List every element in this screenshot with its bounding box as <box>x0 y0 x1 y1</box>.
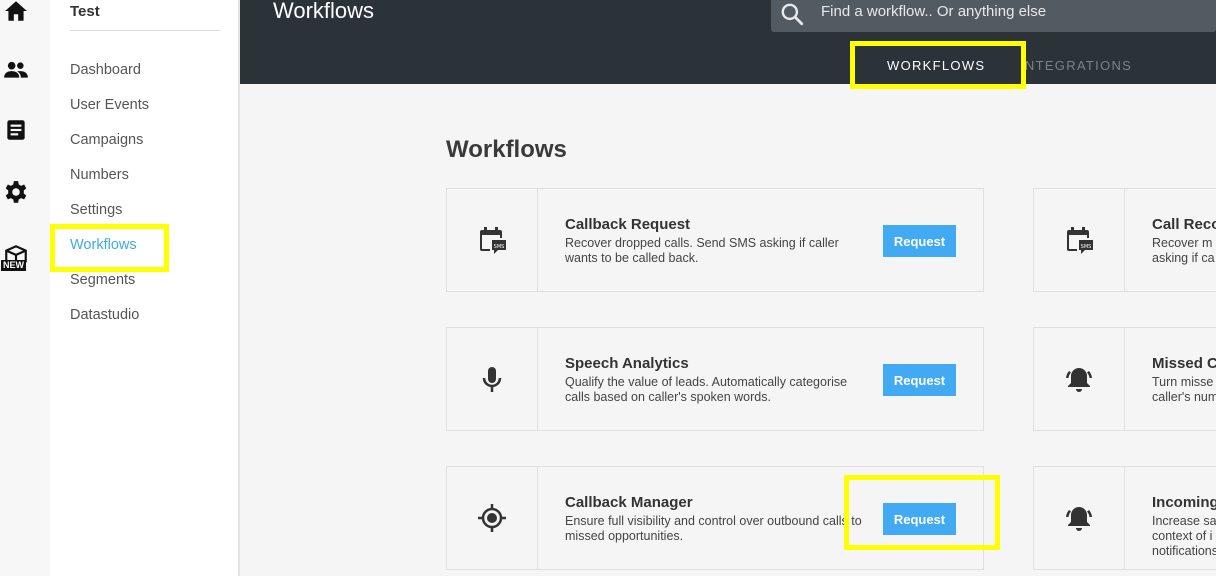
section-title: Workflows <box>446 136 567 163</box>
bell-icon <box>1063 363 1095 395</box>
card-title: Callback Request <box>565 216 691 233</box>
microphone-icon <box>476 363 508 395</box>
sidebar-item-segments[interactable]: Segments <box>70 272 135 288</box>
calendar-sms-icon <box>1063 224 1095 256</box>
card-title: Callback Manager <box>565 494 693 511</box>
workflow-card: Callback Request Recover dropped calls. … <box>446 188 984 292</box>
card-icon-cell <box>447 189 538 291</box>
card-description: Recover m asking if ca <box>1152 236 1215 265</box>
card-icon-cell <box>1034 189 1125 291</box>
header: Workflows WORKFLOWS INTEGRATIONS <box>240 0 1216 84</box>
search-box[interactable] <box>771 0 1216 32</box>
card-description: Increase sa context of i notifications <box>1152 514 1216 558</box>
page-title: Workflows <box>273 0 375 23</box>
gear-icon[interactable] <box>3 179 29 205</box>
workflow-card: Speech Analytics Qualify the value of le… <box>446 327 984 431</box>
target-icon <box>476 502 508 534</box>
card-icon-cell <box>1034 328 1125 430</box>
card-title: Call Reco <box>1152 216 1216 233</box>
sidebar-item-campaigns[interactable]: Campaigns <box>70 132 143 148</box>
search-icon <box>779 1 805 27</box>
card-description: Ensure full visibility and control over … <box>565 514 862 543</box>
card-title: Incoming <box>1152 494 1216 511</box>
card-title: Missed C <box>1152 355 1216 372</box>
workflow-card: Incoming Increase sa context of i notifi… <box>1033 466 1216 570</box>
highlight-box <box>50 224 169 272</box>
sidebar-item-user-events[interactable]: User Events <box>70 97 149 113</box>
sidebar-item-settings[interactable]: Settings <box>70 202 122 218</box>
card-icon-cell <box>447 328 538 430</box>
bell-icon <box>1063 502 1095 534</box>
card-title: Speech Analytics <box>565 355 689 372</box>
card-description: Qualify the value of leads. Automaticall… <box>565 375 848 404</box>
workflow-card: Missed C Turn misse caller's num <box>1033 327 1216 431</box>
workflow-card: Call Reco Recover m asking if ca <box>1033 188 1216 292</box>
search-input[interactable] <box>821 0 1201 23</box>
highlight-box <box>844 475 1000 550</box>
card-icon-cell <box>447 467 538 569</box>
project-name[interactable]: Test <box>70 3 100 20</box>
card-description: Recover dropped calls. Send SMS asking i… <box>565 236 839 265</box>
icon-rail: NEW <box>0 0 50 576</box>
calendar-sms-icon <box>476 224 508 256</box>
card-description: Turn misse caller's num <box>1152 375 1216 404</box>
sidebar-item-datastudio[interactable]: Datastudio <box>70 307 139 323</box>
document-icon[interactable] <box>3 117 29 143</box>
request-button[interactable]: Request <box>883 364 956 396</box>
sidebar-item-dashboard[interactable]: Dashboard <box>70 62 141 78</box>
sidebar-item-numbers[interactable]: Numbers <box>70 167 129 183</box>
divider <box>70 30 220 31</box>
highlight-box <box>850 41 1026 89</box>
people-icon[interactable] <box>3 57 29 83</box>
request-button[interactable]: Request <box>883 225 956 257</box>
home-icon[interactable] <box>3 0 29 24</box>
tab-integrations[interactable]: INTEGRATIONS <box>1020 58 1132 73</box>
card-icon-cell <box>1034 467 1125 569</box>
sidebar: Test Dashboard User Events Campaigns Num… <box>50 0 240 576</box>
new-badge: NEW <box>1 260 26 271</box>
